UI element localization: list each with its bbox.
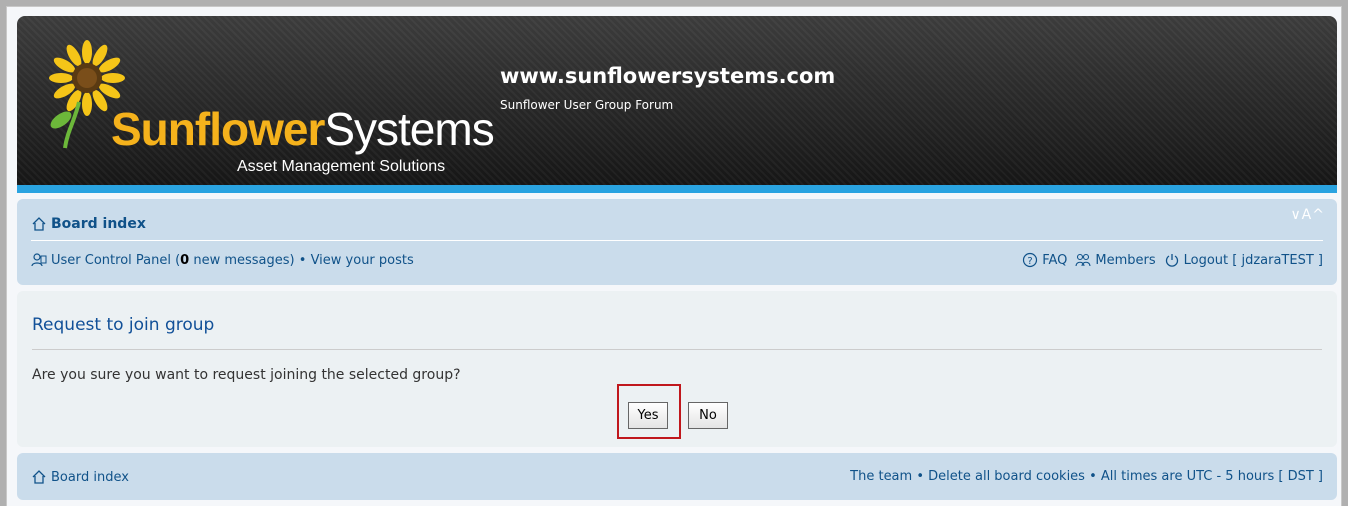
home-icon (31, 469, 47, 485)
separator: • (912, 469, 929, 484)
new-messages-suffix: new messages) (189, 252, 295, 268)
confirm-message: Are you sure you want to request joining… (32, 367, 461, 383)
navbar: Board index ∨A^ User Control Panel (0 ne… (17, 199, 1337, 285)
sunflower-logo[interactable]: SunflowerSystems Asset Management Soluti… (47, 40, 495, 180)
members-link[interactable]: Members (1095, 253, 1155, 268)
site-title: www.sunflowersystems.com (500, 64, 836, 88)
no-button[interactable]: No (688, 402, 728, 429)
user-links: User Control Panel (0 new messages) • Vi… (31, 252, 414, 268)
logo-bold-text: Sunflower (111, 103, 325, 155)
logo-tagline: Asset Management Solutions (237, 158, 446, 175)
site-header: SunflowerSystems Asset Management Soluti… (17, 16, 1337, 185)
user-control-panel-icon (31, 252, 47, 268)
members-icon (1075, 252, 1091, 268)
new-messages-count: 0 (180, 252, 190, 268)
separator: • (294, 252, 311, 268)
team-link[interactable]: The team (850, 469, 912, 484)
footer-board-index-link[interactable]: Board index (51, 470, 129, 485)
footer: Board index The team • Delete all board … (17, 453, 1337, 500)
ucp-label: User Control Panel ( (51, 252, 181, 268)
svg-text:?: ? (1028, 256, 1033, 267)
logo-wordmark: SunflowerSystems (111, 102, 495, 156)
window-border-right (1342, 0, 1348, 506)
user-control-panel-link[interactable]: User Control Panel (0 new messages) (51, 253, 295, 268)
header-accent-bar (17, 185, 1337, 193)
account-links: ? FAQ Members Logout [ jdzaraTEST ] (1022, 252, 1323, 268)
footer-links: The team • Delete all board cookies • Al… (850, 469, 1323, 484)
breadcrumb: Board index (31, 213, 146, 235)
delete-cookies-link[interactable]: Delete all board cookies (928, 469, 1085, 484)
page-title: Request to join group (32, 315, 215, 335)
board-index-link[interactable]: Board index (51, 216, 146, 232)
confirm-panel: Request to join group Are you sure you w… (17, 291, 1337, 447)
home-icon (31, 216, 47, 232)
faq-link[interactable]: FAQ (1042, 253, 1067, 268)
timezone-text: All times are UTC - 5 hours [ DST ] (1100, 469, 1323, 484)
faq-icon: ? (1022, 252, 1038, 268)
panel-divider (32, 349, 1322, 350)
nav-divider (31, 240, 1323, 241)
site-description: Sunflower User Group Forum (500, 98, 674, 112)
logo-light-text: Systems (324, 103, 494, 155)
power-icon (1164, 252, 1180, 268)
footer-breadcrumb: Board index (31, 469, 129, 485)
yes-button[interactable]: Yes (628, 402, 668, 429)
view-posts-link[interactable]: View your posts (311, 253, 414, 268)
separator: • (1084, 469, 1101, 484)
logout-link[interactable]: Logout [ jdzaraTEST ] (1184, 253, 1323, 268)
font-size-toggle[interactable]: ∨A^ (1290, 207, 1325, 223)
